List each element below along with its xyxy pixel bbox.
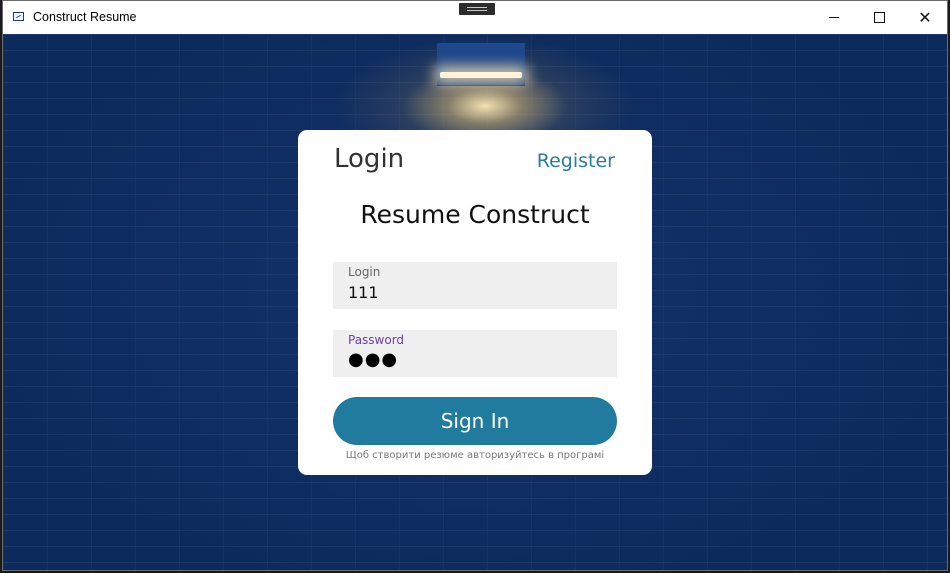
app-window: Construct Resume ✕ Login Register Resume… xyxy=(2,0,948,571)
window-title: Construct Resume xyxy=(33,10,137,24)
title-bar[interactable]: Construct Resume ✕ xyxy=(3,1,947,34)
login-field-value[interactable]: 111 xyxy=(348,283,379,302)
register-link[interactable]: Register xyxy=(537,150,615,172)
login-input[interactable]: Login 111 xyxy=(333,262,617,309)
password-field-label: Password xyxy=(348,333,405,347)
lamp-light-image xyxy=(440,72,522,78)
drag-grip-handle[interactable] xyxy=(459,3,495,15)
maximize-button[interactable] xyxy=(856,1,902,34)
auth-hint-text: Щоб створити резюме авторизуйтесь в прог… xyxy=(345,450,605,461)
password-input[interactable]: Password ●●● xyxy=(333,330,617,377)
login-heading: Login xyxy=(334,144,405,174)
minimize-button[interactable] xyxy=(811,1,857,34)
password-field-value[interactable]: ●●● xyxy=(348,349,398,370)
wall-lamp-image xyxy=(437,43,525,86)
login-field-label: Login xyxy=(348,265,381,279)
brick-wall-background: Login Register Resume Construct Login 11… xyxy=(3,34,947,570)
maximize-icon xyxy=(873,12,885,23)
close-icon: ✕ xyxy=(918,7,932,27)
sign-in-button[interactable]: Sign In xyxy=(333,397,617,445)
close-button[interactable]: ✕ xyxy=(902,1,947,34)
app-title: Resume Construct xyxy=(360,200,590,229)
minimize-icon xyxy=(829,17,839,18)
login-card: Login Register Resume Construct Login 11… xyxy=(298,130,652,475)
app-window-icon xyxy=(13,12,24,21)
